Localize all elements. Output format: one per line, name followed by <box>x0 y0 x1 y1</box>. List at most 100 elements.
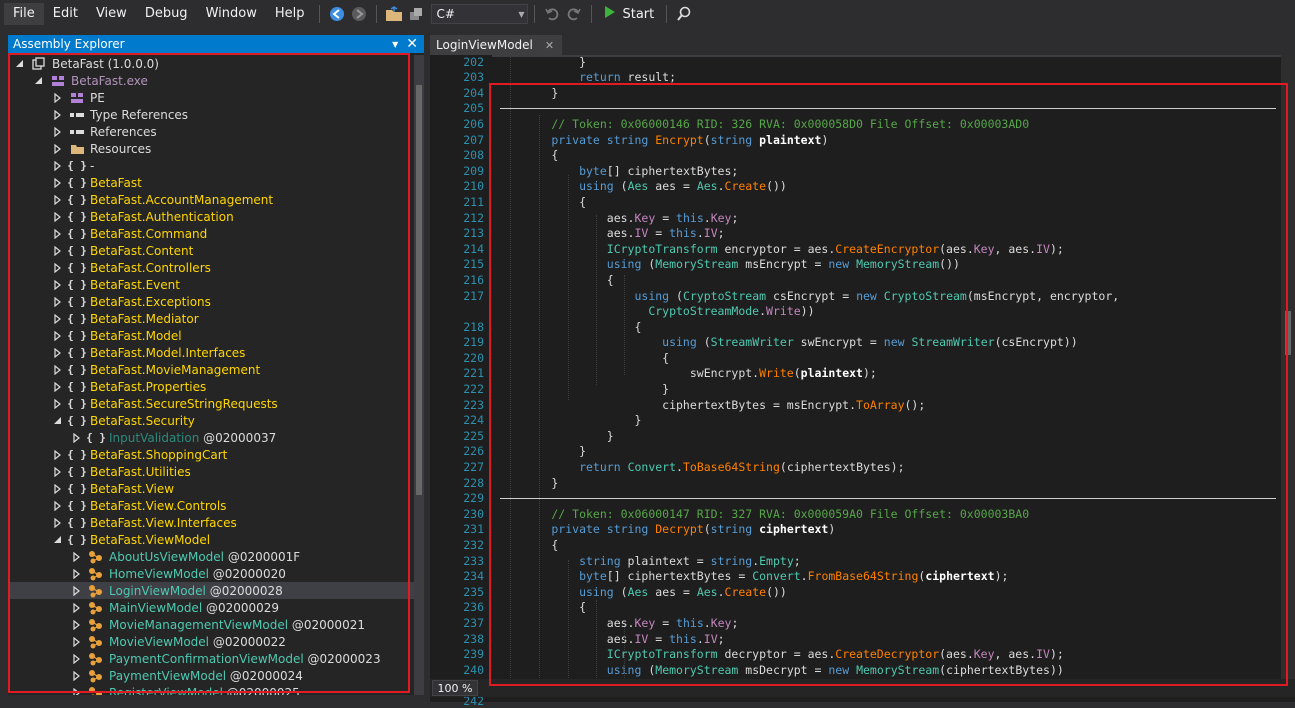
tree-node[interactable]: { } BetaFast.Properties <box>8 378 414 395</box>
expand-arrow-icon[interactable] <box>52 466 62 477</box>
expand-arrow-icon[interactable] <box>71 568 81 579</box>
redo-icon[interactable] <box>563 3 585 25</box>
tree-node[interactable]: { } - <box>8 157 414 174</box>
expand-arrow-icon[interactable] <box>71 585 81 596</box>
tree-node[interactable]: PE <box>8 89 414 106</box>
expand-arrow-icon[interactable] <box>71 432 81 443</box>
open-folder-icon[interactable] <box>383 3 405 25</box>
collapse-arrow-icon[interactable] <box>52 416 62 426</box>
expand-arrow-icon[interactable] <box>52 177 62 188</box>
tree-node[interactable]: PaymentViewModel @02000024 <box>8 667 414 684</box>
collapse-arrow-icon[interactable] <box>52 535 62 545</box>
expand-arrow-icon[interactable] <box>52 517 62 528</box>
tree-node[interactable]: { } BetaFast <box>8 174 414 191</box>
expand-arrow-icon[interactable] <box>71 619 81 630</box>
expand-arrow-icon[interactable] <box>52 262 62 273</box>
editor-scrollbar[interactable] <box>1281 55 1295 680</box>
expand-arrow-icon[interactable] <box>52 194 62 205</box>
expand-arrow-icon[interactable] <box>52 330 62 341</box>
expand-arrow-icon[interactable] <box>71 636 81 647</box>
expand-arrow-icon[interactable] <box>52 381 62 392</box>
tree-node[interactable]: HomeViewModel @02000020 <box>8 565 414 582</box>
tree-node[interactable]: { } BetaFast.ViewModel <box>8 531 414 548</box>
tree-node[interactable]: { } BetaFast.View <box>8 480 414 497</box>
tree-node[interactable]: PaymentConfirmationViewModel @02000023 <box>8 650 414 667</box>
tree-node[interactable]: Type References <box>8 106 414 123</box>
tree-node[interactable]: { } BetaFast.Command <box>8 225 414 242</box>
expand-arrow-icon[interactable] <box>52 364 62 375</box>
expand-arrow-icon[interactable] <box>52 296 62 307</box>
expand-arrow-icon[interactable] <box>52 143 62 154</box>
expand-arrow-icon[interactable] <box>52 228 62 239</box>
tab-loginviewmodel[interactable]: LoginViewModel ✕ <box>430 35 563 55</box>
expand-arrow-icon[interactable] <box>71 687 81 695</box>
tree-scrollbar[interactable] <box>414 55 424 695</box>
tree-node[interactable]: AboutUsViewModel @0200001F <box>8 548 414 565</box>
open-assembly-icon[interactable] <box>405 3 427 25</box>
tree-node[interactable]: { } BetaFast.Exceptions <box>8 293 414 310</box>
forward-icon[interactable] <box>348 3 370 25</box>
menu-window[interactable]: Window <box>197 3 266 25</box>
expand-arrow-icon[interactable] <box>52 347 62 358</box>
panel-dropdown-icon[interactable]: ▼ <box>392 40 398 49</box>
tree-node[interactable]: MainViewModel @02000029 <box>8 599 414 616</box>
code-view[interactable]: } return result; } // Token: 0x06000146 … <box>496 55 1276 680</box>
tree-node[interactable]: { } BetaFast.Model <box>8 327 414 344</box>
search-icon[interactable] <box>673 3 695 25</box>
expand-arrow-icon[interactable] <box>71 653 81 664</box>
tree-node[interactable]: BetaFast.exe <box>8 72 414 89</box>
expand-arrow-icon[interactable] <box>71 551 81 562</box>
zoom-level[interactable]: 100 % <box>432 680 478 696</box>
tree-node[interactable]: { } BetaFast.Controllers <box>8 259 414 276</box>
tree-node[interactable]: { } BetaFast.Utilities <box>8 463 414 480</box>
tree-node[interactable]: { } BetaFast.AccountManagement <box>8 191 414 208</box>
collapse-arrow-icon[interactable] <box>33 76 43 86</box>
tree-node[interactable]: { } BetaFast.ShoppingCart <box>8 446 414 463</box>
expand-arrow-icon[interactable] <box>52 245 62 256</box>
close-icon[interactable]: ✕ <box>406 37 418 51</box>
tree-node[interactable]: { } BetaFast.Mediator <box>8 310 414 327</box>
tree-node[interactable]: { } BetaFast.SecureStringRequests <box>8 395 414 412</box>
tree-node[interactable]: MovieViewModel @02000022 <box>8 633 414 650</box>
expand-arrow-icon[interactable] <box>52 109 62 120</box>
close-icon[interactable]: ✕ <box>545 39 554 52</box>
tree-node[interactable]: { } BetaFast.Authentication <box>8 208 414 225</box>
tree-node[interactable]: { } BetaFast.Event <box>8 276 414 293</box>
language-select[interactable]: C# ▼ <box>431 4 529 24</box>
start-button[interactable]: Start <box>598 5 660 23</box>
editor-scrollbar-thumb[interactable] <box>1285 311 1291 355</box>
expand-arrow-icon[interactable] <box>52 279 62 290</box>
expand-arrow-icon[interactable] <box>52 313 62 324</box>
tree-node[interactable]: { } BetaFast.Content <box>8 242 414 259</box>
back-icon[interactable] <box>326 3 348 25</box>
tree-node[interactable]: { } InputValidation @02000037 <box>8 429 414 446</box>
tree-node[interactable]: { } BetaFast.Model.Interfaces <box>8 344 414 361</box>
menu-file[interactable]: File <box>4 3 44 25</box>
expand-arrow-icon[interactable] <box>52 500 62 511</box>
expand-arrow-icon[interactable] <box>52 92 62 103</box>
tree-node[interactable]: { } BetaFast.MovieManagement <box>8 361 414 378</box>
tree-node[interactable]: RegisterViewModel @02000025 <box>8 684 414 695</box>
expand-arrow-icon[interactable] <box>52 211 62 222</box>
expand-arrow-icon[interactable] <box>71 670 81 681</box>
menu-debug[interactable]: Debug <box>136 3 197 25</box>
tree-node[interactable]: References <box>8 123 414 140</box>
menu-edit[interactable]: Edit <box>44 3 87 25</box>
tree-scrollbar-thumb[interactable] <box>416 85 422 495</box>
expand-arrow-icon[interactable] <box>52 483 62 494</box>
undo-icon[interactable] <box>541 3 563 25</box>
expand-arrow-icon[interactable] <box>52 126 62 137</box>
tree-node[interactable]: { } BetaFast.View.Controls <box>8 497 414 514</box>
menu-view[interactable]: View <box>87 3 136 25</box>
tree-node[interactable]: { } BetaFast.Security <box>8 412 414 429</box>
tree-node[interactable]: BetaFast (1.0.0.0) <box>8 55 414 72</box>
expand-arrow-icon[interactable] <box>52 160 62 171</box>
expand-arrow-icon[interactable] <box>52 398 62 409</box>
tree-node[interactable]: Resources <box>8 140 414 157</box>
tree-node[interactable]: MovieManagementViewModel @02000021 <box>8 616 414 633</box>
tree-node[interactable]: LoginViewModel @02000028 <box>8 582 414 599</box>
menu-help[interactable]: Help <box>266 3 314 25</box>
expand-arrow-icon[interactable] <box>71 602 81 613</box>
expand-arrow-icon[interactable] <box>52 449 62 460</box>
tree-node[interactable]: { } BetaFast.View.Interfaces <box>8 514 414 531</box>
